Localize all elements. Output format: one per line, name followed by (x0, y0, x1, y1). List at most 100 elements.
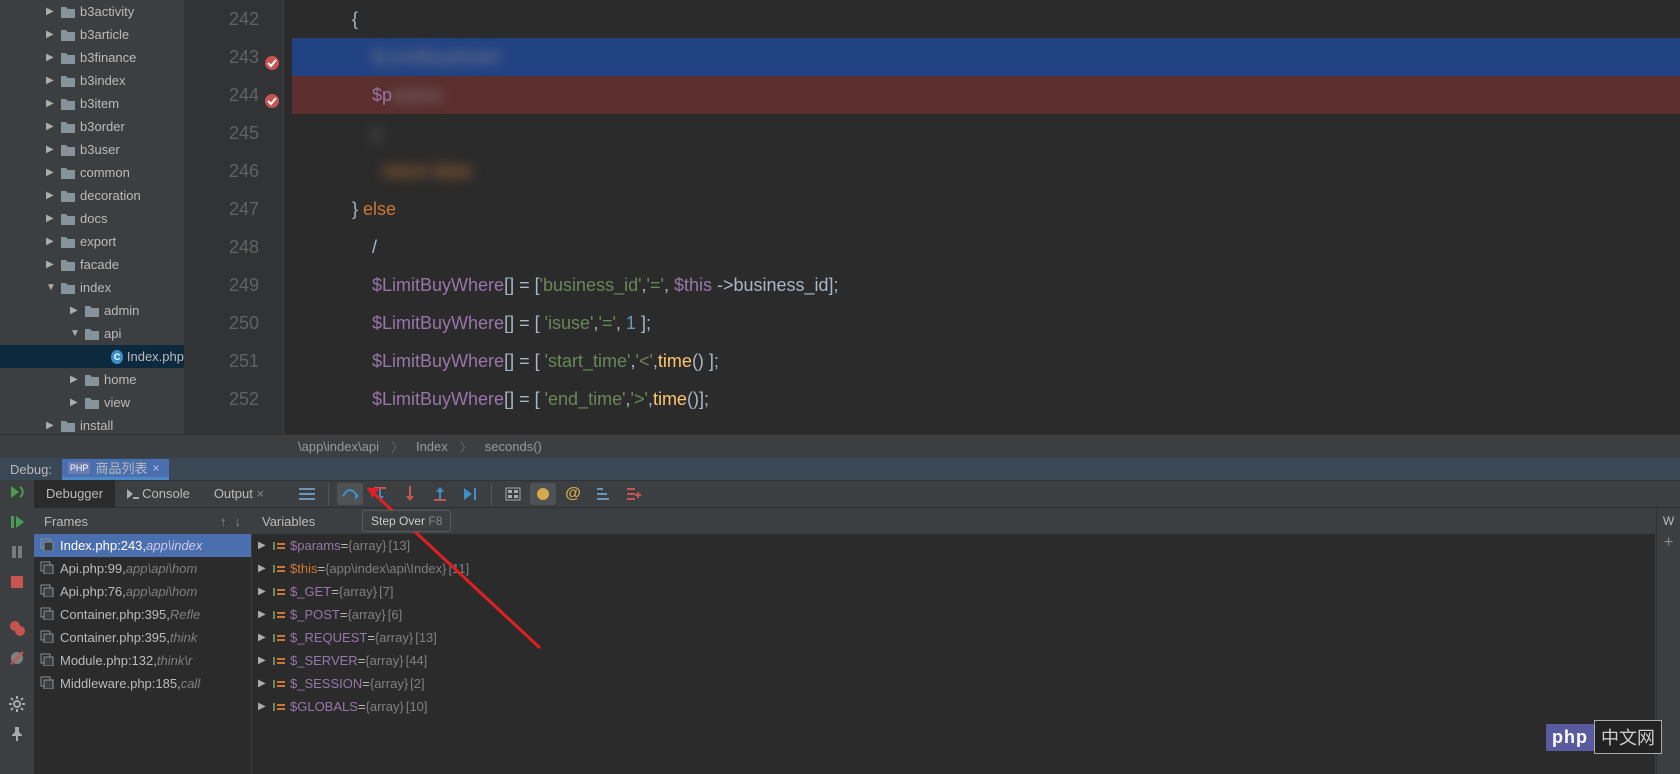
chevron-icon[interactable]: ▶ (46, 190, 60, 201)
line-number[interactable]: 246 (184, 152, 259, 190)
frame-item[interactable]: Container.php:395, think (34, 626, 251, 649)
frame-down-icon[interactable]: ↓ (235, 514, 242, 529)
chevron-icon[interactable]: ▶ (46, 420, 60, 431)
mute-breakpoints-icon[interactable] (7, 648, 27, 668)
breakpoint-icon[interactable] (263, 47, 281, 65)
variable-row[interactable]: ▶$_POST = {array} [6] (252, 603, 1655, 626)
stop-icon[interactable] (7, 572, 27, 592)
tree-folder[interactable]: ▶docs (0, 207, 184, 230)
chevron-icon[interactable]: ▶ (46, 167, 60, 178)
breadcrumb-part[interactable]: \app\index\api (298, 439, 379, 454)
chevron-right-icon[interactable]: ▶ (258, 609, 272, 620)
evaluate-expression-icon[interactable] (500, 483, 526, 505)
chevron-icon[interactable]: ▶ (70, 397, 84, 408)
chevron-icon[interactable]: ▶ (46, 75, 60, 86)
breadcrumb-part[interactable]: Index (416, 439, 448, 454)
show-execution-point-icon[interactable] (294, 483, 320, 505)
tree-folder[interactable]: ▶home (0, 368, 184, 391)
line-number[interactable]: 245 (184, 114, 259, 152)
chevron-right-icon[interactable]: ▶ (258, 632, 272, 643)
line-number[interactable]: 243 (184, 38, 259, 76)
breadcrumb-part[interactable]: seconds() (485, 439, 542, 454)
code-content[interactable]: { $LimitBuyModel $params ); return false… (284, 0, 1680, 434)
tree-folder[interactable]: ▶admin (0, 299, 184, 322)
tree-folder[interactable]: ▶b3finance (0, 46, 184, 69)
code-line[interactable]: } else (292, 190, 1680, 228)
line-number[interactable]: 242 (184, 0, 259, 38)
tree-folder[interactable]: ▶b3index (0, 69, 184, 92)
breadcrumb[interactable]: \app\index\api〉 Index〉 seconds() (0, 434, 1680, 458)
chevron-icon[interactable]: ▶ (46, 52, 60, 63)
trace-icon[interactable] (530, 483, 556, 505)
variable-row[interactable]: ▶$this = {app\index\api\Index} [11] (252, 557, 1655, 580)
variable-row[interactable]: ▶$params = {array} [13] (252, 534, 1655, 557)
line-number[interactable]: 251 (184, 342, 259, 380)
tree-folder[interactable]: ▼index (0, 276, 184, 299)
variable-row[interactable]: ▶$_SERVER = {array} [44] (252, 649, 1655, 672)
code-line[interactable]: $LimitBuyWhere[] = [ 'isuse','=', 1 ]; (292, 304, 1680, 342)
code-line[interactable]: { (292, 0, 1680, 38)
step-over-icon[interactable] (337, 483, 363, 505)
code-line[interactable]: $LimitBuyWhere[] = ['business_id','=', $… (292, 266, 1680, 304)
variable-row[interactable]: ▶$_GET = {array} [7] (252, 580, 1655, 603)
editor-gutter[interactable]: 242243244245246247248249250251252 (184, 0, 284, 434)
pin-icon[interactable] (7, 724, 27, 744)
tree-folder[interactable]: ▶b3item (0, 92, 184, 115)
variable-row[interactable]: ▶$_SESSION = {array} [2] (252, 672, 1655, 695)
settings-icon[interactable] (7, 694, 27, 714)
tree-folder[interactable]: ▶export (0, 230, 184, 253)
code-line[interactable]: / (292, 228, 1680, 266)
tab-debugger[interactable]: Debugger (34, 480, 115, 508)
sort-icon[interactable] (590, 483, 616, 505)
code-line[interactable]: $params (292, 76, 1680, 114)
chevron-right-icon[interactable]: ▶ (258, 563, 272, 574)
variable-row[interactable]: ▶$GLOBALS = {array} [10] (252, 695, 1655, 718)
code-line[interactable]: $LimitBuyWhere[] = [ 'end_time','>',time… (292, 380, 1680, 418)
chevron-icon[interactable]: ▶ (46, 121, 60, 132)
run-to-cursor-icon[interactable] (457, 483, 483, 505)
view-breakpoints-icon[interactable] (7, 618, 27, 638)
tab-console[interactable]: Console (115, 480, 202, 508)
tree-folder[interactable]: ▶install (0, 414, 184, 434)
tree-folder[interactable]: ▶decoration (0, 184, 184, 207)
tree-file[interactable]: CIndex.php (0, 345, 184, 368)
breakpoint-icon[interactable] (263, 85, 281, 103)
variables-list[interactable]: ▶$params = {array} [13]▶$this = {app\ind… (252, 534, 1655, 718)
rerun-icon[interactable] (7, 482, 27, 502)
chevron-right-icon[interactable]: ▶ (258, 540, 272, 551)
line-number[interactable]: 248 (184, 228, 259, 266)
frames-list[interactable]: Index.php:243, app\indexApi.php:99, app\… (34, 534, 251, 774)
chevron-icon[interactable]: ▶ (46, 213, 60, 224)
add-watch-icon[interactable] (620, 483, 646, 505)
tree-folder[interactable]: ▶b3article (0, 23, 184, 46)
chevron-right-icon[interactable]: ▶ (258, 655, 272, 666)
chevron-icon[interactable]: ▶ (46, 98, 60, 109)
chevron-icon[interactable]: ▼ (70, 328, 84, 339)
tree-folder[interactable]: ▼api (0, 322, 184, 345)
watches-label[interactable]: W (1663, 514, 1674, 528)
step-out-icon[interactable] (427, 483, 453, 505)
line-number[interactable]: 244 (184, 76, 259, 114)
close-icon[interactable]: × (152, 461, 159, 475)
frame-item[interactable]: Api.php:99, app\api\hom (34, 557, 251, 580)
code-line[interactable]: ); (292, 114, 1680, 152)
frame-item[interactable]: Container.php:395, Refle (34, 603, 251, 626)
chevron-icon[interactable]: ▶ (46, 6, 60, 17)
code-line[interactable]: return false (292, 152, 1680, 190)
pause-icon[interactable] (7, 542, 27, 562)
chevron-icon[interactable]: ▼ (46, 282, 60, 293)
frame-item[interactable]: Module.php:132, think\r (34, 649, 251, 672)
code-line[interactable]: $LimitBuyWhere[] = [ 'start_time','<',ti… (292, 342, 1680, 380)
tree-folder[interactable]: ▶b3order (0, 115, 184, 138)
force-step-into-icon[interactable] (397, 483, 423, 505)
tab-output[interactable]: Output × (202, 480, 276, 508)
add-icon[interactable]: + (1664, 534, 1673, 552)
debug-window-header[interactable]: Debug: PHP 商品列表 × (0, 458, 1680, 480)
chevron-right-icon[interactable]: ▶ (258, 586, 272, 597)
variable-row[interactable]: ▶$_REQUEST = {array} [13] (252, 626, 1655, 649)
line-number[interactable]: 252 (184, 380, 259, 418)
frame-item[interactable]: Middleware.php:185, call (34, 672, 251, 695)
tree-folder[interactable]: ▶facade (0, 253, 184, 276)
chevron-right-icon[interactable]: ▶ (258, 701, 272, 712)
chevron-icon[interactable]: ▶ (70, 374, 84, 385)
